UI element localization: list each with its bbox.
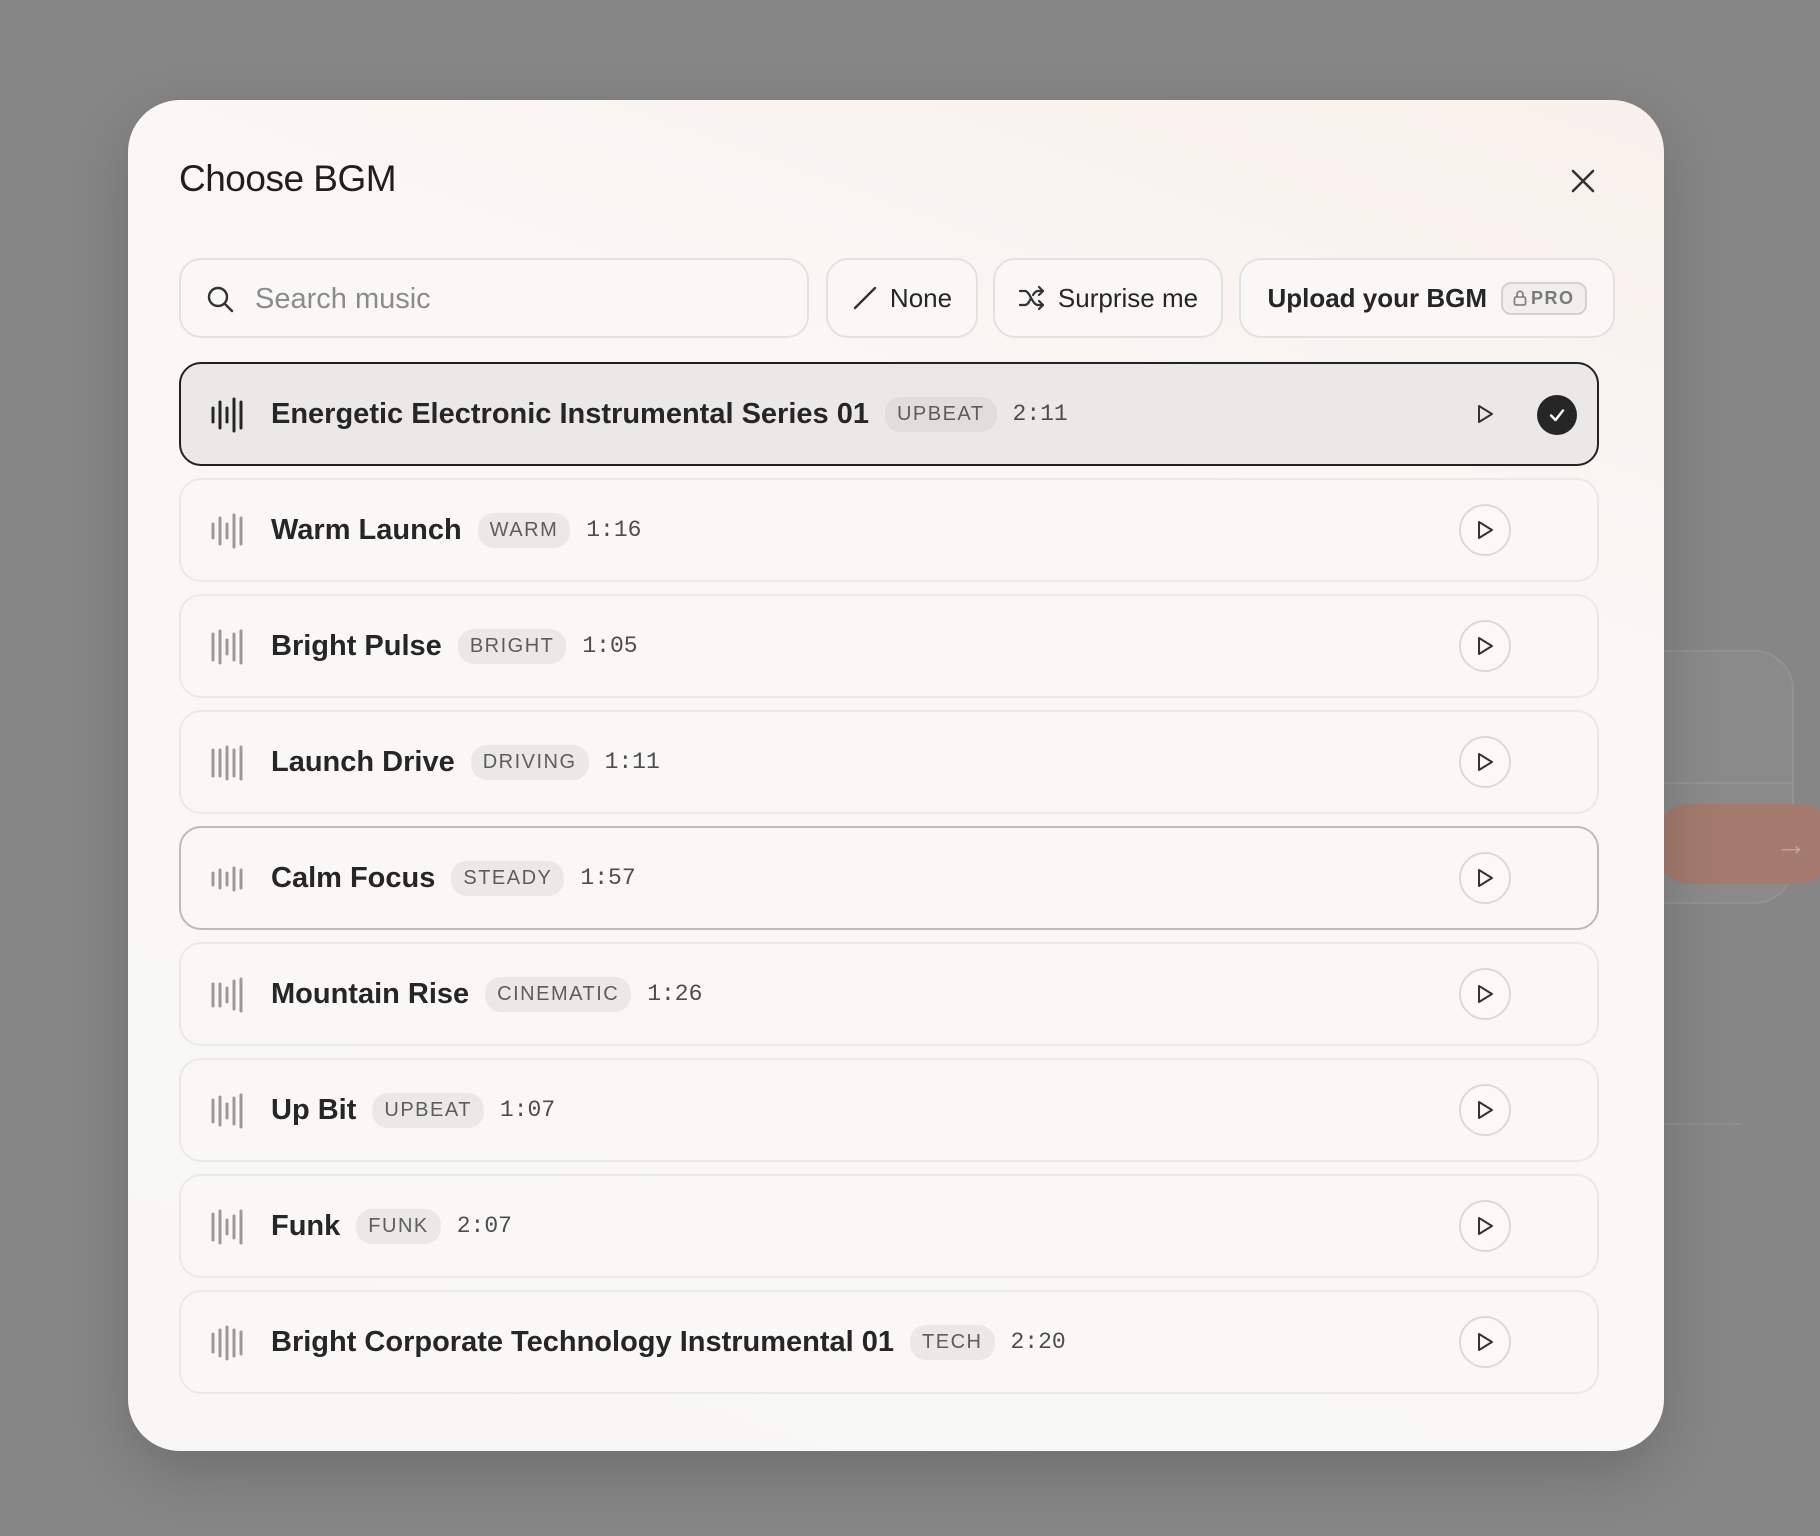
track-row[interactable]: Mountain Rise CINEMATIC 1:26 (179, 942, 1599, 1046)
track-row[interactable]: Launch Drive DRIVING 1:11 (179, 710, 1599, 814)
waveform-icon (211, 513, 243, 549)
waveform-icon (211, 1325, 243, 1361)
track-tag: FUNK (356, 1208, 441, 1244)
track-tag: UPBEAT (884, 396, 997, 432)
pro-badge-label: PRO (1531, 287, 1575, 308)
toolbar: None Surprise me Upload your BGM PRO (179, 258, 1615, 338)
track-tag: DRIVING (470, 744, 589, 780)
track-tag: BRIGHT (457, 628, 567, 664)
track-info: Bright Pulse BRIGHT 1:05 (271, 596, 638, 696)
track-info: Bright Corporate Technology Instrumental… (271, 1292, 1066, 1392)
play-button[interactable] (1459, 852, 1511, 904)
lock-icon (1513, 290, 1527, 306)
track-name: Mountain Rise (271, 977, 470, 1010)
track-duration: 1:16 (586, 517, 642, 543)
play-icon (1478, 985, 1493, 1003)
track-info: Funk FUNK 2:07 (271, 1176, 512, 1276)
shuffle-icon (1018, 285, 1045, 311)
track-tag: STEADY (451, 860, 565, 896)
track-tag: WARM (477, 512, 571, 548)
track-duration: 1:07 (499, 1097, 556, 1123)
waveform-icon (211, 1093, 243, 1129)
search-icon (207, 286, 234, 313)
track-duration: 1:26 (647, 981, 703, 1007)
track-duration: 2:20 (1010, 1329, 1066, 1355)
close-icon (1571, 169, 1595, 193)
play-icon (1478, 1217, 1493, 1235)
play-icon (1478, 405, 1493, 423)
track-info: Mountain Rise CINEMATIC 1:26 (271, 944, 702, 1044)
track-row[interactable]: Up Bit UPBEAT 1:07 (179, 1058, 1599, 1162)
track-name: Energetic Electronic Instrumental Series… (271, 397, 869, 430)
waveform-icon (211, 629, 243, 665)
play-icon (1478, 1101, 1493, 1119)
waveform-icon (211, 745, 243, 781)
surprise-me-button[interactable]: Surprise me (993, 258, 1223, 338)
track-name: Launch Drive (271, 745, 455, 778)
arrow-right-icon: → (1775, 826, 1807, 862)
track-name: Warm Launch (271, 513, 462, 546)
search-box[interactable] (179, 258, 809, 338)
play-button[interactable] (1459, 1316, 1511, 1368)
track-name: Bright Corporate Technology Instrumental… (271, 1325, 895, 1358)
track-duration: 1:05 (582, 633, 638, 659)
play-icon (1478, 753, 1493, 771)
play-button[interactable] (1459, 1200, 1511, 1252)
selected-check-badge (1537, 395, 1577, 435)
waveform-icon (211, 397, 243, 433)
play-button[interactable] (1459, 1084, 1511, 1136)
track-info: Up Bit UPBEAT 1:07 (271, 1060, 555, 1160)
track-row[interactable]: Warm Launch WARM 1:16 (179, 478, 1599, 582)
track-duration: 2:11 (1012, 401, 1068, 427)
track-tag: CINEMATIC (485, 976, 632, 1012)
choose-bgm-modal: Choose BGM None Surpr (128, 100, 1664, 1451)
close-button[interactable] (1562, 160, 1604, 202)
play-button[interactable] (1459, 968, 1511, 1020)
track-info: Calm Focus STEADY 1:57 (271, 828, 636, 928)
search-input[interactable] (253, 270, 787, 328)
surprise-me-label: Surprise me (1057, 282, 1199, 313)
pro-badge: PRO (1501, 281, 1587, 315)
background-divider (1662, 782, 1792, 784)
track-name: Bright Pulse (271, 629, 442, 662)
track-info: Warm Launch WARM 1:16 (271, 480, 641, 580)
waveform-icon (211, 1209, 243, 1245)
track-info: Energetic Electronic Instrumental Series… (271, 364, 1068, 464)
waveform-icon (211, 866, 243, 892)
waveform-icon (211, 977, 243, 1013)
track-row[interactable]: Funk FUNK 2:07 (179, 1174, 1599, 1278)
track-duration: 1:57 (580, 865, 636, 891)
track-row[interactable]: Bright Pulse BRIGHT 1:05 (179, 594, 1599, 698)
play-icon (1478, 521, 1493, 539)
play-icon (1478, 637, 1493, 655)
play-icon (1478, 1333, 1493, 1351)
background-divider-line (1660, 1123, 1740, 1125)
play-button[interactable] (1459, 388, 1511, 440)
play-button[interactable] (1459, 620, 1511, 672)
none-button-label: None (889, 282, 953, 313)
background-cta-button: → (1652, 804, 1820, 884)
check-icon (1549, 409, 1565, 422)
track-tag: UPBEAT (372, 1092, 484, 1128)
play-button[interactable] (1459, 736, 1511, 788)
play-icon (1478, 869, 1493, 887)
track-duration: 2:07 (456, 1213, 512, 1239)
modal-title: Choose BGM (179, 158, 397, 199)
track-name: Calm Focus (271, 861, 436, 894)
track-duration: 1:11 (604, 749, 660, 775)
track-tag: TECH (910, 1324, 995, 1360)
upload-bgm-label: Upload your BGM (1267, 282, 1488, 313)
track-row[interactable]: Calm Focus STEADY 1:57 (179, 826, 1599, 930)
track-name: Up Bit (271, 1093, 357, 1126)
play-button[interactable] (1459, 504, 1511, 556)
track-name: Funk (271, 1209, 341, 1242)
track-list: Energetic Electronic Instrumental Series… (179, 362, 1599, 1406)
none-button[interactable]: None (826, 258, 978, 338)
track-info: Launch Drive DRIVING 1:11 (271, 712, 660, 812)
upload-bgm-button[interactable]: Upload your BGM PRO (1239, 258, 1615, 338)
track-row[interactable]: Bright Corporate Technology Instrumental… (179, 1290, 1599, 1394)
slash-icon (853, 286, 877, 310)
track-row[interactable]: Energetic Electronic Instrumental Series… (179, 362, 1599, 466)
